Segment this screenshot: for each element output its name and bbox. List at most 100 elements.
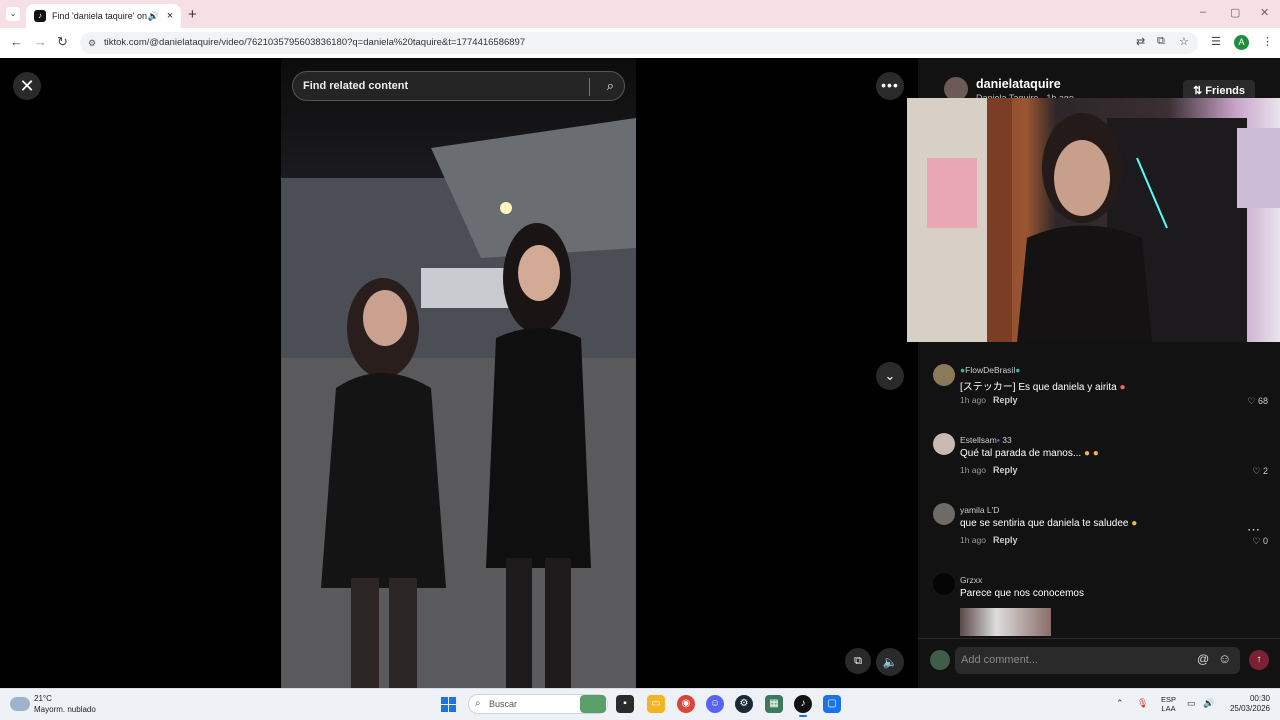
author-username[interactable]: danielataquire [976,77,1061,91]
comment-text: Qué tal parada de manos... ● ● [960,448,1099,459]
comment-avatar[interactable] [933,364,955,386]
site-info-icon[interactable]: ⚙ [88,32,96,54]
emoji-picker-icon[interactable]: ☺ [1218,651,1231,666]
tiktok-favicon-icon: ♪ [34,10,46,22]
like-button[interactable]: ♡ 2 [1252,466,1268,477]
like-button[interactable]: ♡ 68 [1247,396,1268,407]
comment-image[interactable] [960,608,1051,636]
like-count: 68 [1257,396,1268,406]
send-button[interactable]: ↑ [1249,650,1269,670]
reply-button[interactable]: Reply [993,535,1018,545]
comment-username[interactable]: yamila L'D [960,505,999,515]
reload-icon[interactable]: ↻ [57,34,68,50]
tab-list-icon[interactable]: ⌄ [6,7,20,21]
volume-tray-icon[interactable]: 🔊 [1203,698,1214,709]
mention-icon[interactable]: @ [1197,652,1209,666]
reply-button[interactable]: Reply [993,395,1018,405]
url-text: tiktok.com/@danielataquire/video/7621035… [104,37,526,48]
badge-icon: ▪ [996,435,1000,445]
search-placeholder: Find related content [303,80,409,92]
comment-text: que se sentiria que daniela te saludee ● [960,518,1138,529]
start-button[interactable] [441,697,456,712]
heart-icon: ♡ [1252,536,1261,546]
file-explorer-icon[interactable]: ▭ [647,695,665,713]
heart-icon: ♡ [1252,466,1261,476]
badge-icon: ● [1015,365,1021,375]
microphone-icon[interactable]: 🎙 [1137,698,1148,709]
calculator-icon[interactable]: ▦ [765,695,783,713]
weather-temp[interactable]: 21°C [34,694,52,703]
like-count: 2 [1262,466,1268,476]
close-video-button[interactable]: ✕ [13,72,41,100]
tiktok-page: ✕ Find related content ⌕ ••• ⌄ ⧉ 🔈 danie… [0,58,1280,688]
network-icon[interactable]: ▭ [1187,698,1196,709]
tray-overflow-icon[interactable]: ⌃ [1116,698,1124,709]
chrome-icon[interactable]: ◉ [677,695,695,713]
language-indicator[interactable]: ESP LAA [1161,695,1176,713]
comment-username[interactable]: Estellsam▪ 33 [960,435,1012,445]
translate-icon[interactable]: ⇄ [1136,35,1145,48]
install-icon[interactable]: ⧉ [1157,35,1165,48]
address-bar[interactable]: ⚙ tiktok.com/@danielataquire/video/76210… [80,32,1198,54]
comment-time: 1h ago [960,465,986,475]
widget-icon[interactable] [580,695,606,713]
taskbar [0,688,1280,720]
video-frame [281,118,636,688]
profile-avatar[interactable]: A [1234,35,1249,50]
my-avatar [930,650,950,670]
emoji-icon: ● [1119,382,1126,393]
audio-icon[interactable]: 🔊 [148,11,159,22]
back-icon[interactable]: ← [10,34,23,49]
search-icon: ⌕ [475,698,481,709]
search-icon[interactable]: ⌕ [607,72,614,100]
forward-icon[interactable]: → [34,34,47,49]
emoji-icon: ● [1083,448,1091,459]
picture-in-picture-icon[interactable]: ⧉ [845,648,871,674]
clock[interactable]: 00:30 25/03/2026 [1220,694,1270,714]
comment-avatar[interactable] [933,573,955,595]
volume-icon[interactable]: 🔈 [876,648,904,676]
comment-text: Parece que nos conocemos [960,588,1084,599]
more-options-icon[interactable]: ••• [876,72,904,100]
terminal-icon[interactable]: ▪ [616,695,634,713]
comment-text: [ステッカー] Es que daniela y airita ● [960,382,1126,393]
weather-icon[interactable] [10,697,30,711]
steam-icon[interactable]: ⚙ [735,695,753,713]
maximize-icon[interactable]: ▢ [1230,6,1240,19]
chevron-down-icon[interactable]: ⌄ [876,362,904,390]
webcam-frame [907,98,1280,342]
tiktok-app-icon[interactable]: ♪ [794,695,812,713]
minimize-icon[interactable]: – [1200,6,1206,18]
comment-username[interactable]: ●FlowDeBrasil● [960,365,1020,375]
emoji-icon: ● [1131,518,1138,529]
like-button[interactable]: ♡ 0 [1252,536,1268,547]
bookmark-star-icon[interactable]: ☆ [1179,35,1189,48]
close-window-icon[interactable]: ✕ [1260,6,1269,19]
comment-avatar[interactable] [933,433,955,455]
friends-label: Friends [1205,85,1245,97]
comment-username[interactable]: Grzxx [960,575,982,585]
taskbar-search-label: Buscar [489,699,518,709]
video-player[interactable] [281,58,636,688]
webcam-overlay [907,98,1280,342]
new-tab-button[interactable]: + [188,6,197,23]
active-indicator [799,715,807,717]
close-tab-icon[interactable]: × [163,10,177,22]
search-divider [589,78,590,96]
comment-avatar[interactable] [933,503,955,525]
menu-icon[interactable]: ⋮ [1262,35,1273,48]
discord-icon[interactable]: ☺ [706,695,724,713]
tab-title: Find 'daniela taquire' on Ti [52,11,148,21]
weather-desc[interactable]: Mayorm. nublado [34,705,96,714]
browser-toolbar: ← → ↻ ⚙ tiktok.com/@danielataquire/video… [0,28,1280,58]
heart-icon: ♡ [1247,396,1256,406]
extensions-icon[interactable]: ☰ [1211,35,1221,48]
search-input[interactable]: Find related content ⌕ [292,71,625,101]
friends-icon: ⇅ [1192,85,1203,97]
app-icon[interactable]: ▢ [823,695,841,713]
browser-tab[interactable]: ♪ Find 'daniela taquire' on Ti 🔊 × [26,4,181,28]
like-count: 0 [1262,536,1268,546]
comment-time: 1h ago [960,535,986,545]
emoji-icon: ● [1092,448,1099,459]
reply-button[interactable]: Reply [993,465,1018,475]
